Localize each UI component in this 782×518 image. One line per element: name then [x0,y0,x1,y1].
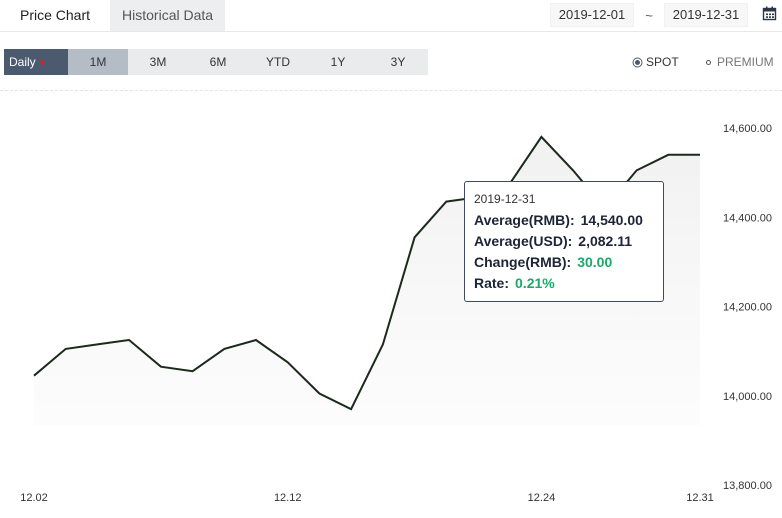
price-line-chart: 14,600.00 14,400.00 14,200.00 14,000.00 13,8… [20,123,772,504]
data-point-12.24[interactable] [538,134,544,140]
tooltip-date: 2019-12-31 [474,192,536,206]
data-point-12.05[interactable] [126,337,132,343]
tooltip-change-label: Change(RMB): [474,254,572,270]
tooltip-avg-usd-label: Average(USD): [474,233,573,249]
tooltip-change: Change(RMB): 30.00 [474,252,663,273]
data-point-12.02[interactable] [31,373,37,379]
data-point-12.31[interactable] [697,152,703,158]
data-point-12.13[interactable] [316,391,322,397]
chart-tooltip: 2019-12-31 Average(RMB): 14,540.00 Averag… [464,181,664,302]
data-point-12.10[interactable] [221,346,227,352]
y-tick-label: 14,400.00 [723,212,772,224]
x-tick-label: 12.12 [274,492,302,504]
x-tick-label: 12.02 [20,492,48,504]
y-tick-label: 14,200.00 [723,302,772,314]
data-point-12.04[interactable] [94,341,100,347]
data-point-12.18[interactable] [412,234,418,240]
data-point-12.17[interactable] [380,341,386,347]
tooltip-avg-rmb-label: Average(RMB): [474,212,575,228]
data-point-12.16[interactable] [348,406,354,412]
y-tick-label: 14,000.00 [723,391,772,403]
data-point-12.09[interactable] [190,368,196,374]
data-point-12.30[interactable] [665,152,671,158]
x-tick-label: 12.24 [528,492,556,504]
x-tick-label: 12.31 [686,492,714,504]
tooltip-rate-label: Rate: [474,275,510,291]
y-tick-label: 14,600.00 [723,123,772,135]
tooltip-avg-rmb: Average(RMB): 14,540.00 [474,210,663,231]
data-point-12.19[interactable] [443,199,449,205]
tooltip-rate: Rate: 0.21% [474,273,663,294]
data-point-12.12[interactable] [285,359,291,365]
data-point-12.27[interactable] [634,167,640,173]
y-tick-label: 13,800.00 [723,480,772,492]
tooltip-change-value: 30.00 [577,254,613,270]
data-point-12.03[interactable] [63,346,69,352]
data-point-12.11[interactable] [253,337,259,343]
tooltip-avg-usd: Average(USD): 2,082.11 [474,231,663,252]
tooltip-avg-usd-value: 2,082.11 [578,233,633,249]
data-point-12.25[interactable] [570,167,576,173]
tooltip-avg-rmb-value: 14,540.00 [580,212,643,228]
tooltip-rate-value: 0.21% [515,275,555,291]
data-point-12.06[interactable] [158,364,164,370]
